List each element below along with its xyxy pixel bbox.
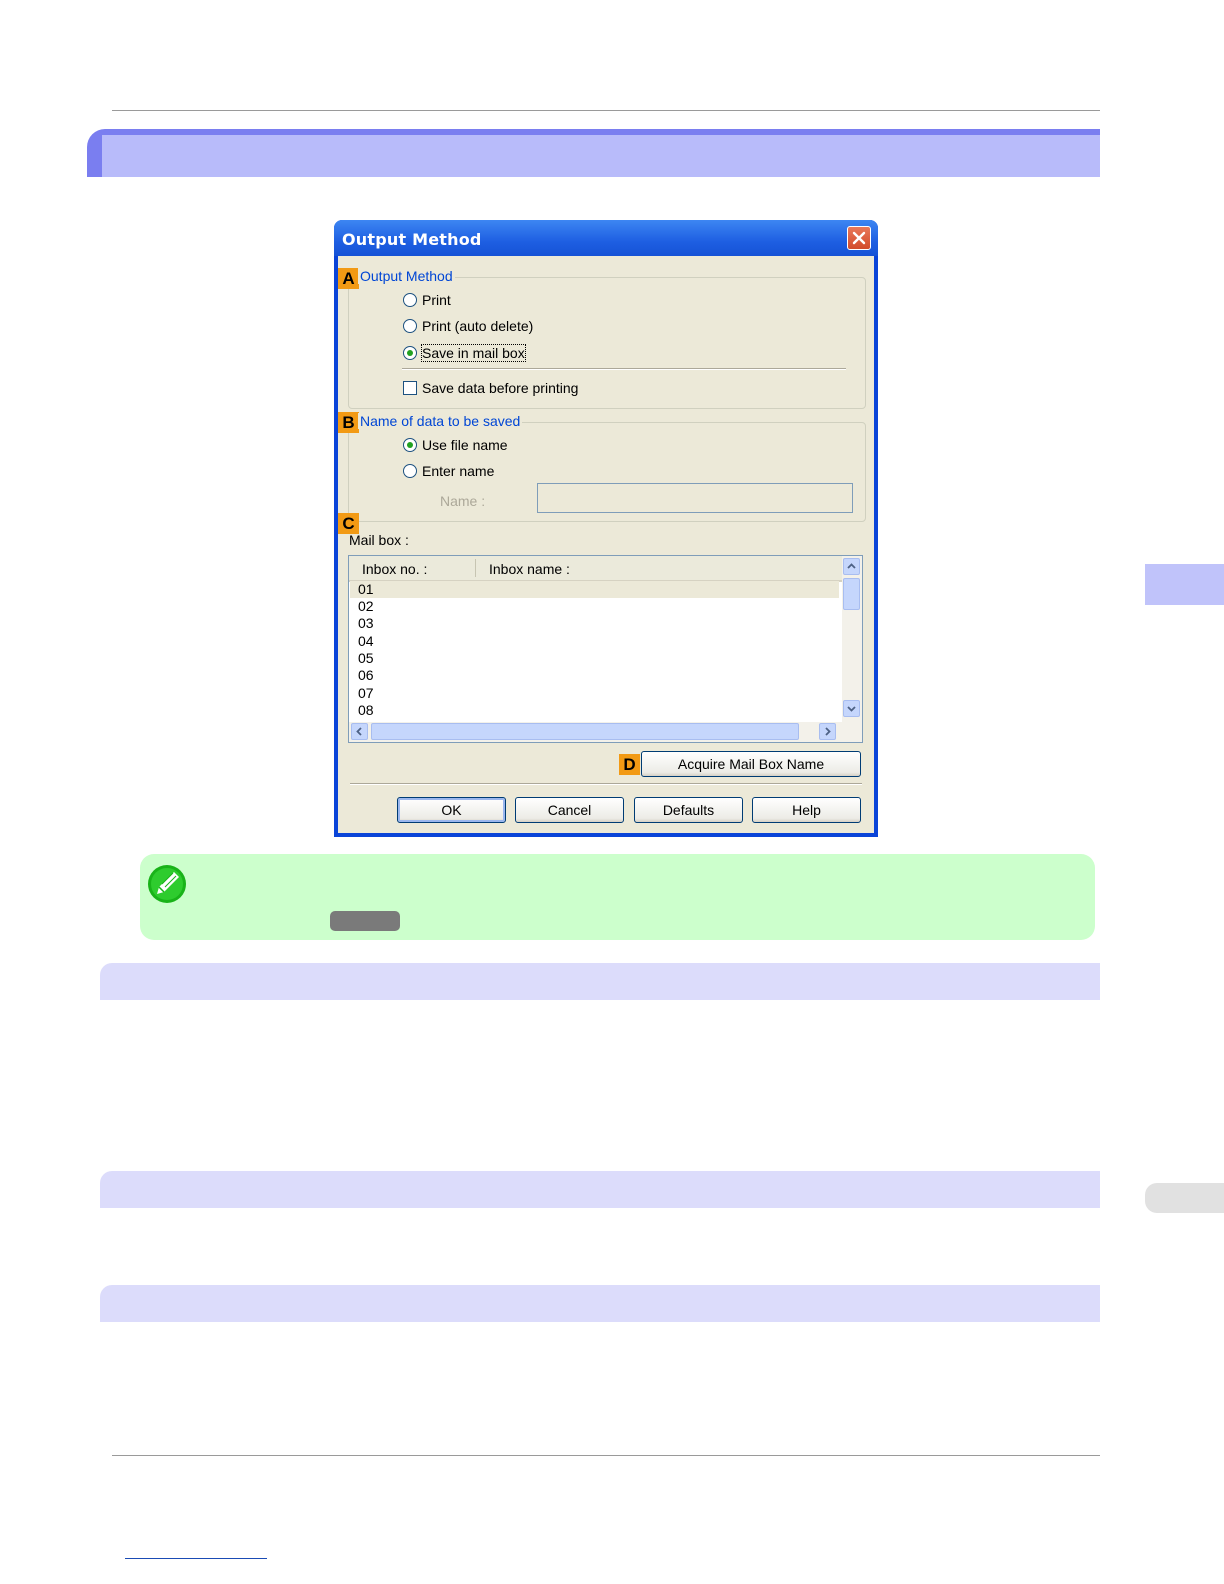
scroll-left-button[interactable] xyxy=(351,723,368,740)
dialog-titlebar: Output Method xyxy=(334,220,878,256)
horizontal-scroll-thumb[interactable] xyxy=(371,723,799,740)
button-separator xyxy=(350,783,862,785)
marker-b: B xyxy=(338,412,359,433)
scroll-up-button[interactable] xyxy=(843,558,860,575)
save-data-checkbox-label[interactable]: Save data before printing xyxy=(422,380,578,396)
table-row[interactable]: 08 xyxy=(358,702,374,719)
horizontal-scrollbar[interactable] xyxy=(349,722,862,742)
selected-row-highlight xyxy=(350,581,839,598)
output-method-dialog: Output Method A Output Method Print Prin… xyxy=(334,220,878,837)
cancel-button[interactable]: Cancel xyxy=(515,797,624,823)
table-row[interactable]: 04 xyxy=(358,633,374,650)
side-index-pill[interactable] xyxy=(1145,1183,1224,1213)
dialog-title: Output Method xyxy=(342,230,482,249)
scroll-left-icon xyxy=(356,727,362,736)
radio-save-in-mail-box[interactable] xyxy=(403,346,417,360)
help-button[interactable]: Help xyxy=(752,797,861,823)
scroll-down-icon xyxy=(847,706,856,712)
column-divider[interactable] xyxy=(475,559,476,577)
close-button[interactable] xyxy=(847,226,871,250)
scroll-right-icon xyxy=(825,727,831,736)
note-pencil-icon xyxy=(148,865,186,903)
marker-c: C xyxy=(338,513,359,534)
mailbox-label: Mail box : xyxy=(349,532,409,548)
table-row[interactable]: 07 xyxy=(358,685,374,702)
radio-save-in-mail-box-label[interactable]: Save in mail box xyxy=(421,344,526,362)
section-band xyxy=(100,1285,1100,1322)
radio-use-file-name[interactable] xyxy=(403,438,417,452)
table-row[interactable]: 01 xyxy=(358,581,374,598)
note-box xyxy=(140,854,1095,940)
marker-a: A xyxy=(338,268,359,289)
radio-enter-name-label[interactable]: Enter name xyxy=(422,463,494,479)
radio-print-label[interactable]: Print xyxy=(422,292,451,308)
section-band xyxy=(100,963,1100,1000)
name-of-data-group-label: Name of data to be saved xyxy=(358,413,523,429)
defaults-button[interactable]: Defaults xyxy=(634,797,743,823)
dialog-body: A Output Method Print Print (auto delete… xyxy=(338,256,874,833)
output-method-group-label: Output Method xyxy=(358,268,455,284)
radio-use-file-name-label[interactable]: Use file name xyxy=(422,437,508,453)
scroll-right-button[interactable] xyxy=(819,723,836,740)
scroll-down-button[interactable] xyxy=(843,700,860,717)
chapter-side-tab[interactable] xyxy=(1145,564,1224,605)
name-field-label: Name : xyxy=(440,493,486,509)
table-row[interactable]: 02 xyxy=(358,598,374,615)
vertical-scrollbar[interactable] xyxy=(842,556,862,742)
table-row[interactable]: 06 xyxy=(358,667,374,684)
radio-print-auto-delete-label[interactable]: Print (auto delete) xyxy=(422,318,533,334)
group-a-separator xyxy=(402,368,846,370)
table-row[interactable]: 03 xyxy=(358,615,374,632)
header-rule xyxy=(112,110,1100,111)
marker-d: D xyxy=(619,754,640,775)
mailbox-list-header: Inbox no. : Inbox name : xyxy=(349,556,862,582)
column-inbox-name[interactable]: Inbox name : xyxy=(489,561,570,577)
section-title-band-inner xyxy=(102,135,1100,177)
vertical-scroll-thumb[interactable] xyxy=(843,578,860,610)
mailbox-list: Inbox no. : Inbox name : 01 02 03 04 05 … xyxy=(348,555,863,743)
key-label-pill xyxy=(330,911,400,931)
radio-print[interactable] xyxy=(403,293,417,307)
acquire-mail-box-name-button[interactable]: Acquire Mail Box Name xyxy=(641,751,861,777)
section-band xyxy=(100,1171,1100,1208)
radio-print-auto-delete[interactable] xyxy=(403,319,417,333)
column-inbox-no[interactable]: Inbox no. : xyxy=(362,561,427,577)
footer-link-underline[interactable] xyxy=(125,1558,267,1559)
footer-rule xyxy=(112,1455,1100,1456)
radio-enter-name[interactable] xyxy=(403,464,417,478)
ok-button[interactable]: OK xyxy=(397,797,506,823)
table-row[interactable]: 05 xyxy=(358,650,374,667)
save-data-checkbox[interactable] xyxy=(403,381,417,395)
close-icon xyxy=(852,231,866,245)
name-field[interactable] xyxy=(537,483,853,513)
scroll-up-icon xyxy=(847,563,856,569)
